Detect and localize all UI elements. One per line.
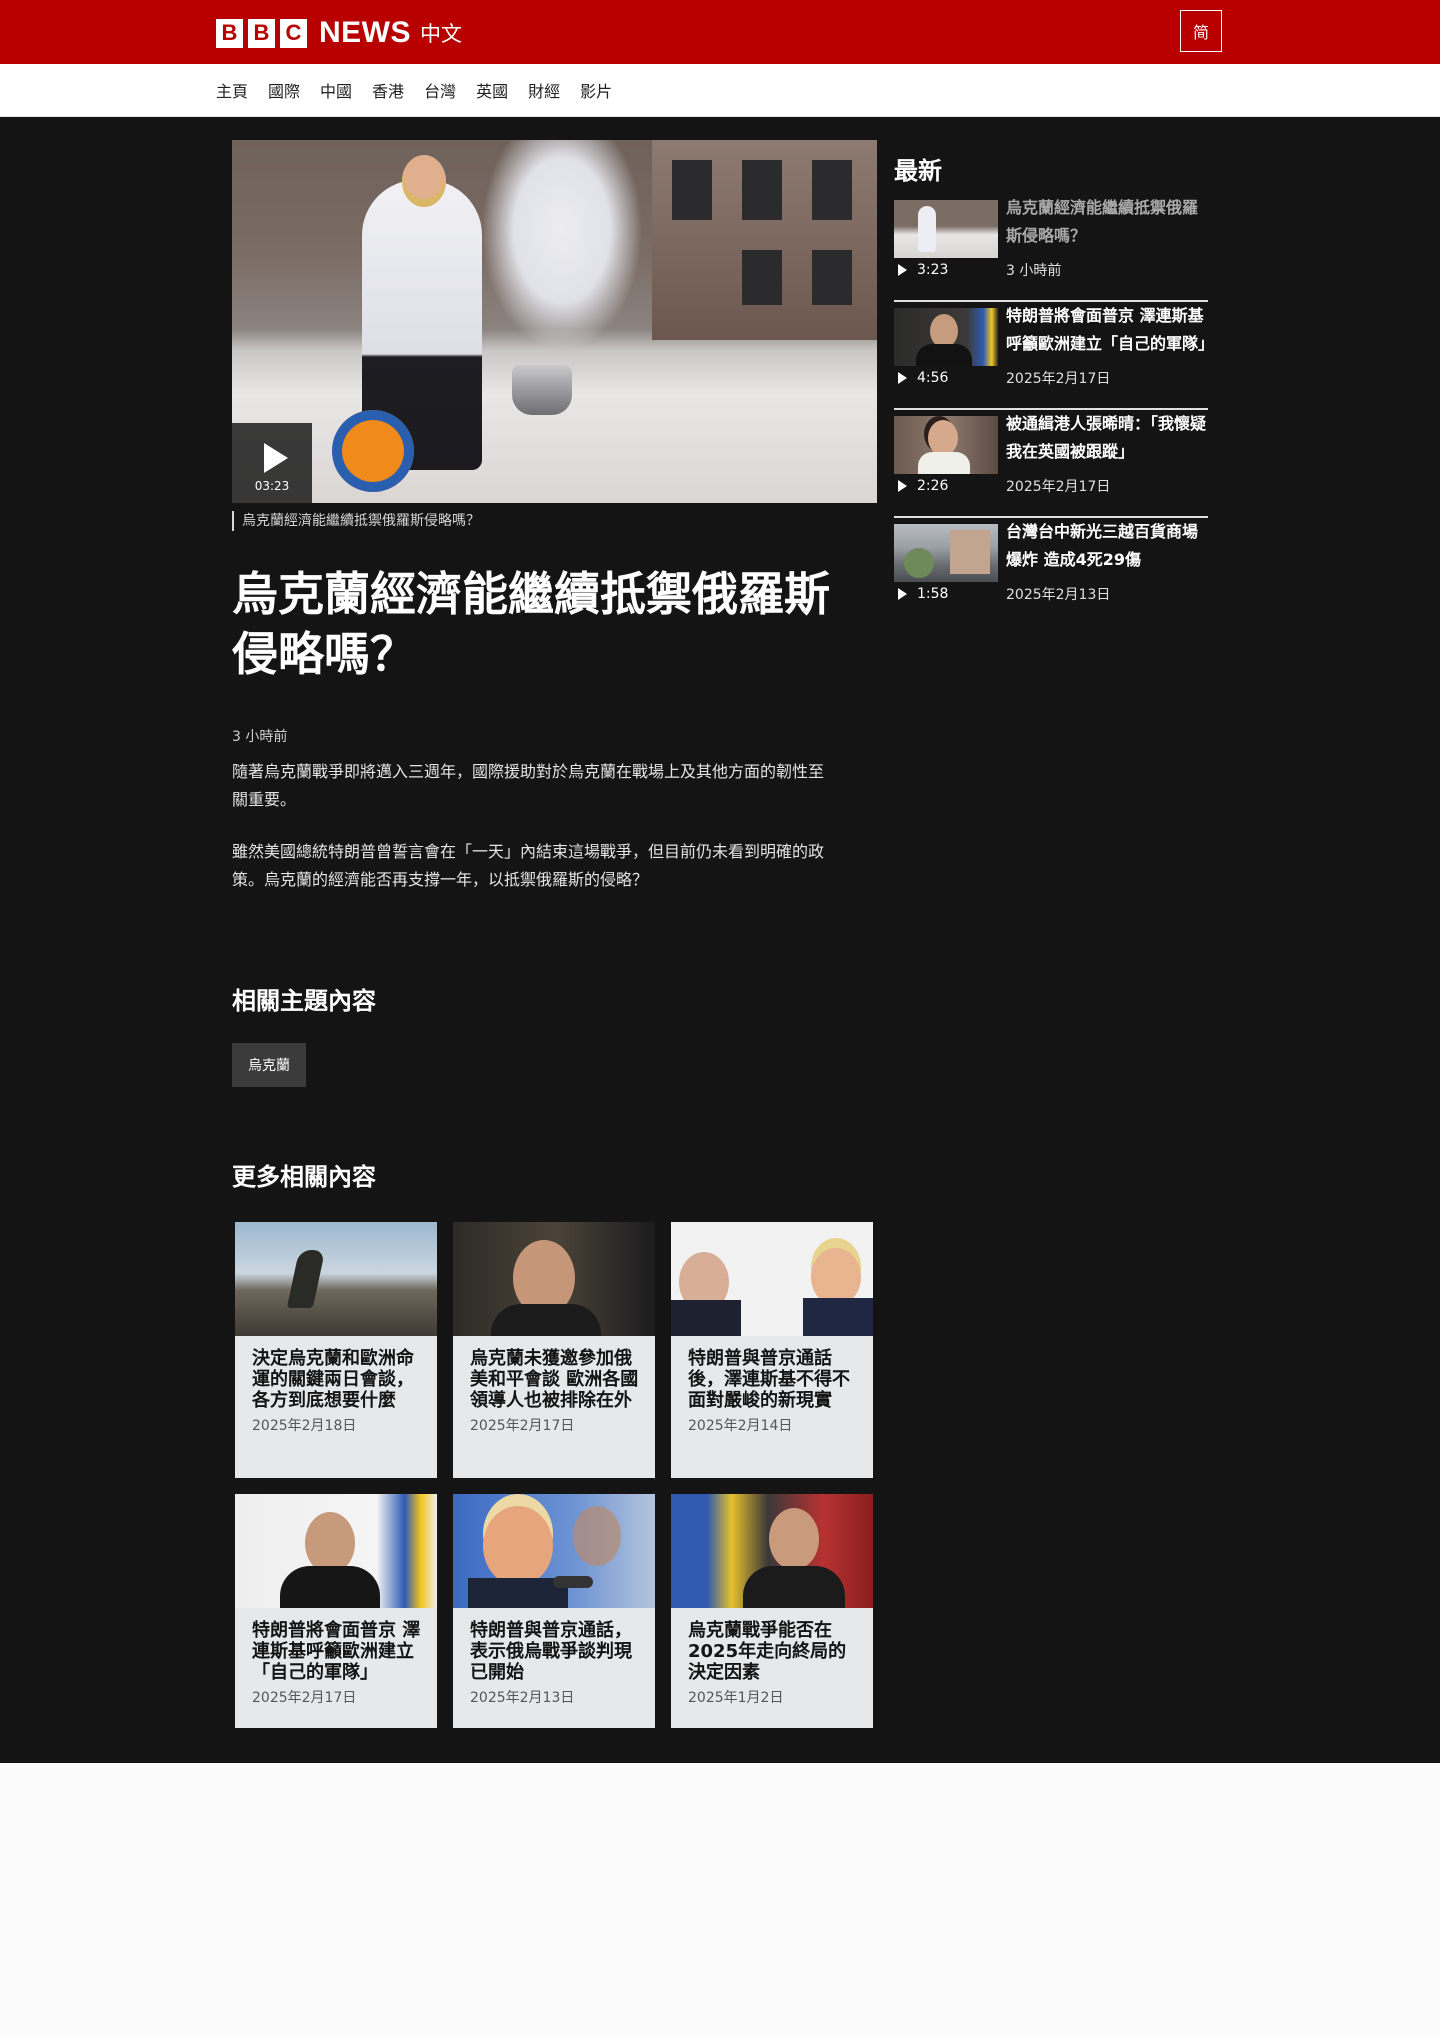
related-card[interactable]: 特朗普與普京通話，表示俄烏戰爭談判現已開始 2025年2月13日 [453,1494,655,1728]
card-date: 2025年2月13日 [470,1690,575,1706]
logo-letter-b1: B [216,18,243,48]
latest-thumbnail [894,308,998,366]
card-thumbnail [671,1494,873,1608]
duration-text: 4:56 [917,370,949,386]
hero-woman-head [402,155,446,207]
nav-item-business[interactable]: 財經 [528,78,560,102]
card-title: 特朗普與普京通話，表示俄烏戰爭談判現已開始 [470,1620,632,1683]
article-main: 03:23 烏克蘭經濟能繼續抵禦俄羅斯侵略嗎？ 烏克蘭經濟能繼續抵禦俄羅斯侵略嗎… [0,117,1440,1763]
card-thumbnail [235,1222,437,1336]
main-nav: 主頁 國際 中國 香港 台灣 英國 財經 影片 [0,64,1440,117]
nav-item-taiwan[interactable]: 台灣 [424,78,456,102]
simplified-chinese-toggle[interactable]: 简 [1180,10,1222,52]
latest-item[interactable]: 特朗普將會面普京 澤連斯基呼籲歐洲建立「自己的軍隊」 4:56 2025年2月1… [894,302,1215,410]
card-date: 2025年2月17日 [470,1418,575,1434]
article-headline: 烏克蘭經濟能繼續抵禦俄羅斯侵略嗎？ [232,567,830,681]
latest-thumbnail [894,416,998,474]
duration-text: 1:58 [917,586,949,602]
latest-duration: 1:58 [898,586,948,602]
play-icon [898,480,907,492]
related-card[interactable]: 烏克蘭未獲邀參加俄美和平會談 歐洲各國領導人也被排除在外 2025年2月17日 [453,1222,655,1478]
nav-item-china[interactable]: 中國 [320,78,352,102]
card-date: 2025年2月14日 [688,1418,793,1434]
related-card[interactable]: 決定烏克蘭和歐洲命運的關鍵兩日會談，各方到底想要什麼 2025年2月18日 [235,1222,437,1478]
latest-item[interactable]: 台灣台中新光三越百貨商場爆炸 造成4死29傷 1:58 2025年2月13日 [894,518,1208,624]
hero-video-player[interactable]: 03:23 [232,140,877,503]
play-icon [898,588,907,600]
site-header: B B C NEWS 中文 简 [0,0,1440,64]
latest-date: 2025年2月17日 [1006,371,1111,387]
article-paragraph: 雖然美國總統特朗普曾誓言會在「一天」內結束這場戰爭，但目前仍未看到明確的政策。烏… [232,842,825,889]
latest-thumbnail [894,200,998,258]
logo-news-text: NEWS [319,16,411,49]
hero-kettle [512,365,572,415]
card-thumbnail [453,1222,655,1336]
latest-title: 台灣台中新光三越百貨商場爆炸 造成4死29傷 [1006,522,1199,569]
bbc-news-logo[interactable]: B B C NEWS 中文 [216,16,462,50]
logo-letter-c: C [280,18,307,48]
latest-heading: 最新 [894,157,942,185]
article-timestamp: 3 小時前 [232,729,288,745]
latest-date: 2025年2月13日 [1006,587,1111,603]
card-thumbnail [671,1222,873,1336]
play-icon [898,264,907,276]
related-card[interactable]: 特朗普將會面普京 澤連斯基呼籲歐洲建立「自己的軍隊」 2025年2月17日 [235,1494,437,1728]
latest-thumbnail [894,524,998,582]
latest-duration: 4:56 [898,370,948,386]
hero-cable-reel [332,410,414,492]
latest-item[interactable]: 被通緝港人張晞晴：「我懷疑我在英國被跟蹤」 2:26 2025年2月17日 [894,410,1208,518]
latest-date: 3 小時前 [1006,263,1062,279]
topics-heading: 相關主題內容 [232,987,376,1015]
video-caption: 烏克蘭經濟能繼續抵禦俄羅斯侵略嗎？ [232,511,480,531]
hero-building [652,140,877,340]
related-card[interactable]: 烏克蘭戰爭能否在2025年走向終局的決定因素 2025年1月2日 [671,1494,873,1728]
logo-lang-text: 中文 [420,22,462,46]
related-card[interactable]: 特朗普與普京通話後，澤連斯基不得不面對嚴峻的新現實 2025年2月14日 [671,1222,873,1478]
latest-duration: 2:26 [898,478,948,494]
related-heading: 更多相關內容 [232,1163,376,1191]
card-title: 特朗普與普京通話後，澤連斯基不得不面對嚴峻的新現實 [688,1348,850,1411]
latest-title: 烏克蘭經濟能繼續抵禦俄羅斯侵略嗎？ [1006,198,1199,245]
card-thumbnail [453,1494,655,1608]
nav-item-uk[interactable]: 英國 [476,78,508,102]
duration-text: 3:23 [917,262,949,278]
card-title: 烏克蘭未獲邀參加俄美和平會談 歐洲各國領導人也被排除在外 [470,1348,639,1411]
card-title: 特朗普將會面普京 澤連斯基呼籲歐洲建立「自己的軍隊」 [252,1620,421,1683]
card-date: 2025年1月2日 [688,1690,784,1706]
logo-letter-b2: B [248,18,275,48]
play-button[interactable]: 03:23 [232,423,312,503]
nav-item-hongkong[interactable]: 香港 [372,78,404,102]
play-icon [264,443,288,473]
latest-title: 特朗普將會面普京 澤連斯基呼籲歐洲建立「自己的軍隊」 [1006,306,1215,353]
article-paragraph: 隨著烏克蘭戰爭即將邁入三週年，國際援助對於烏克蘭在戰場上及其他方面的韌性至關重要… [232,762,825,809]
latest-item[interactable]: 烏克蘭經濟能繼續抵禦俄羅斯侵略嗎？ 3:23 3 小時前 [894,194,1208,302]
card-title: 烏克蘭戰爭能否在2025年走向終局的決定因素 [688,1620,847,1683]
card-title: 決定烏克蘭和歐洲命運的關鍵兩日會談，各方到底想要什麼 [252,1348,414,1411]
latest-duration: 3:23 [898,262,948,278]
latest-title: 被通緝港人張晞晴：「我懷疑我在英國被跟蹤」 [1006,414,1207,461]
video-duration: 03:23 [254,479,290,493]
card-date: 2025年2月17日 [252,1690,357,1706]
latest-date: 2025年2月17日 [1006,479,1111,495]
card-date: 2025年2月18日 [252,1418,357,1434]
card-thumbnail [235,1494,437,1608]
play-icon [898,372,907,384]
nav-item-home[interactable]: 主頁 [216,78,248,102]
nav-item-video[interactable]: 影片 [580,78,612,102]
topic-tag-ukraine[interactable]: 烏克蘭 [232,1043,306,1087]
nav-item-world[interactable]: 國際 [268,78,300,102]
duration-text: 2:26 [917,478,949,494]
